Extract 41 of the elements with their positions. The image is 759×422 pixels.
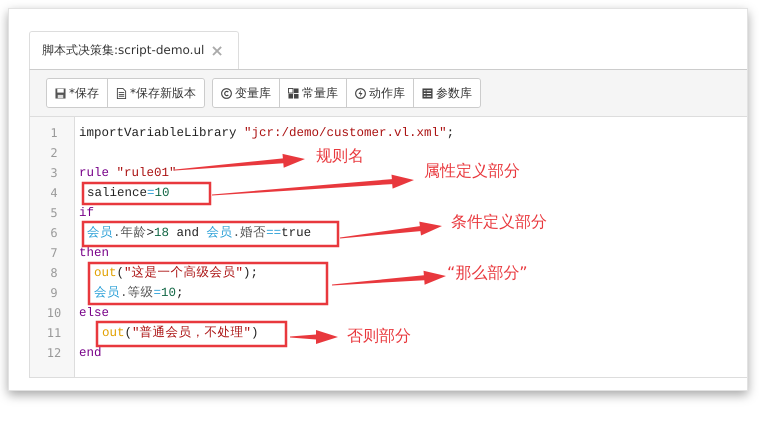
code-line: rule "rule01" (79, 166, 177, 180)
annotation-label: 属性定义部分 (424, 161, 520, 182)
annotation-label: 条件定义部分 (451, 212, 547, 233)
line-number: 8 (49, 265, 59, 282)
copyright-icon (221, 88, 232, 98)
line-number: 2 (49, 145, 59, 162)
code-line: importVariableLibrary "jcr:/demo/customer.vl.xml"; (79, 126, 454, 140)
annotation-label: 否则部分 (347, 326, 411, 347)
line-number: 11 (46, 325, 62, 342)
list-icon (422, 88, 433, 98)
bolt-icon (355, 88, 366, 98)
line-number: 3 (49, 165, 59, 182)
toolbar-button[interactable]: 常量库 (279, 78, 347, 108)
annotation-label: “那么部分” (447, 263, 528, 284)
code-line: 会员.等级=10; (94, 286, 184, 300)
line-number: 9 (49, 285, 59, 302)
editor-tab[interactable]: 脚本式决策集:script-demo.ul × (29, 31, 239, 69)
line-number: 12 (46, 345, 62, 362)
code-line: then (79, 246, 110, 260)
toolbar-button[interactable]: *保存 (46, 78, 108, 108)
toolbar-button[interactable]: 参数库 (413, 78, 481, 108)
line-number: 4 (49, 185, 59, 202)
toolbar-button[interactable]: *保存新版本 (107, 78, 205, 108)
line-number: 6 (49, 225, 59, 242)
code-line: else (79, 306, 110, 320)
document-icon (116, 88, 127, 98)
grid-blocks-icon (288, 88, 299, 98)
code-line: out("普通会员，不处理") (102, 326, 259, 340)
arrow (290, 330, 338, 344)
code-line: 会员.年龄>18 and 会员.婚否==true (87, 226, 312, 240)
line-number: 5 (49, 205, 59, 222)
toolbar-button[interactable]: 动作库 (346, 78, 414, 108)
code-line: end (79, 346, 102, 360)
code-line: out("这是一个高级会员"); (94, 266, 258, 280)
code-line: salience=10 (87, 186, 170, 200)
line-number: 10 (46, 305, 62, 322)
line-number: 1 (49, 125, 59, 142)
annotation-label: 规则名 (316, 146, 364, 167)
line-number: 7 (49, 245, 59, 262)
code-line: if (79, 206, 94, 220)
toolbar-button[interactable]: 变量库 (212, 78, 280, 108)
